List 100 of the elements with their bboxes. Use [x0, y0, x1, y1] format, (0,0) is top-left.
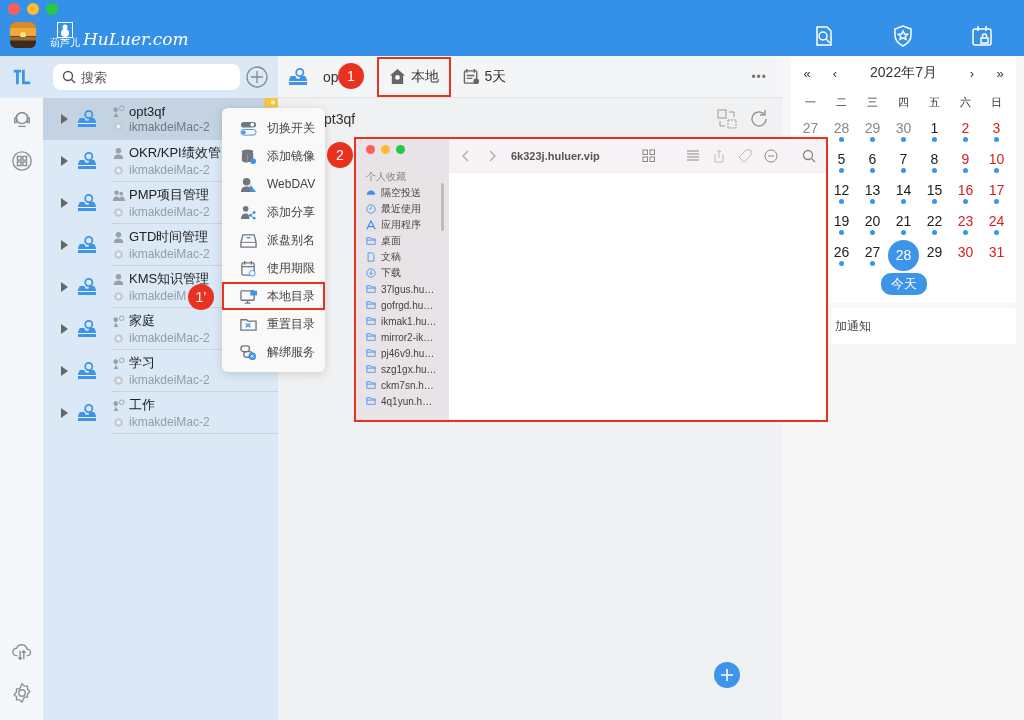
expand-icon[interactable]	[61, 198, 68, 208]
calendar-day[interactable]: 2	[960, 121, 971, 136]
previous-month-button[interactable]: ‹	[821, 65, 849, 81]
drive-icon	[77, 110, 97, 128]
shield-star-icon[interactable]	[891, 24, 915, 48]
calendar-day[interactable]: 30	[894, 121, 913, 136]
calendar-day[interactable]: 13	[863, 183, 882, 198]
expand-icon[interactable]	[61, 324, 68, 334]
search-field[interactable]: 搜索	[53, 64, 240, 90]
add-button[interactable]	[714, 662, 740, 688]
scrollbar[interactable]	[441, 183, 444, 231]
calendar-day[interactable]: 31	[987, 245, 1006, 260]
expand-icon[interactable]	[61, 282, 68, 292]
calendar-day[interactable]: 12	[832, 183, 851, 198]
calendar-lock-icon[interactable]	[970, 24, 994, 48]
calendar-day[interactable]: 10	[987, 152, 1006, 167]
calendar-day[interactable]: 6	[867, 152, 878, 167]
menu-item[interactable]: 添加分享	[222, 198, 325, 226]
close-button[interactable]	[366, 145, 375, 154]
sidebar-item[interactable]: 最近使用	[366, 201, 449, 217]
drive-icon	[288, 67, 308, 86]
calendar-day[interactable]: 14	[894, 183, 913, 198]
calendar-day[interactable]: 21	[894, 214, 913, 229]
calendar-day[interactable]: 7	[898, 152, 909, 167]
sidebar-item[interactable]: 4q1yun.h…	[366, 393, 449, 409]
zoom-button[interactable]	[46, 3, 58, 15]
expand-icon[interactable]	[61, 366, 68, 376]
previous-year-button[interactable]: «	[793, 65, 821, 81]
sidebar-item[interactable]: 隔空投送	[366, 185, 449, 201]
calendar-day[interactable]: 23	[956, 214, 975, 229]
refresh-icon[interactable]	[749, 109, 769, 129]
sidebar-item[interactable]: 文稿	[366, 249, 449, 265]
zoom-button[interactable]	[396, 145, 405, 154]
menu-item[interactable]: 解绑服务	[222, 338, 325, 366]
minimize-button[interactable]	[27, 3, 39, 15]
menu-item[interactable]: WebDAV	[222, 170, 325, 198]
calendar-day[interactable]: 19	[832, 214, 851, 229]
calendar-day[interactable]: 26	[832, 245, 851, 260]
sidebar-item[interactable]: 下载	[366, 265, 449, 281]
menu-item[interactable]: 派盘别名	[222, 226, 325, 254]
weekday-label: 四	[897, 95, 910, 110]
expand-icon[interactable]	[61, 408, 68, 418]
calendar-icon	[462, 68, 480, 85]
calendar-day[interactable]: 3	[991, 121, 1002, 136]
service-name: 学习	[129, 354, 155, 372]
header-tab[interactable]: 本地	[376, 56, 451, 97]
calendar-day[interactable]: 9	[960, 152, 971, 167]
swap-icon[interactable]	[717, 109, 737, 129]
toggle-icon	[240, 119, 257, 137]
apps-icon[interactable]	[11, 151, 32, 171]
headset-icon[interactable]	[13, 111, 30, 127]
drive-icon	[77, 278, 97, 296]
more-icon[interactable]	[763, 148, 778, 163]
sidebar-item[interactable]: ckm7sn.h…	[366, 377, 449, 393]
calendar-day[interactable]: 16	[956, 183, 975, 198]
calendar-day[interactable]: 5	[836, 152, 847, 167]
expand-icon[interactable]	[61, 240, 68, 250]
calendar-day[interactable]: 22	[925, 214, 944, 229]
calendar-day[interactable]: 15	[925, 183, 944, 198]
calendar-day[interactable]: 27	[863, 245, 882, 260]
calendar-day[interactable]: 24	[987, 214, 1006, 229]
menu-item[interactable]: 使用期限	[222, 254, 325, 282]
sidebar-item[interactable]: ikmak1.hu…	[366, 313, 449, 329]
calendar-day[interactable]: 29	[863, 121, 882, 136]
expand-icon[interactable]	[61, 156, 68, 166]
more-button[interactable]: •••	[751, 69, 773, 84]
next-month-button[interactable]: ›	[958, 65, 986, 81]
calendar-day[interactable]: 27	[801, 121, 820, 136]
menu-item[interactable]: 重置目录	[222, 310, 325, 338]
calendar-day[interactable]: 28	[832, 121, 851, 136]
rail-tab[interactable]	[0, 56, 43, 98]
menu-item[interactable]: 添加镜像	[222, 142, 325, 170]
calendar-day[interactable]: 17	[987, 183, 1006, 198]
expand-icon[interactable]	[61, 114, 68, 124]
sidebar-item[interactable]: 桌面	[366, 233, 449, 249]
notice-card[interactable]: 加通知	[831, 308, 1016, 344]
tag-icon[interactable]	[737, 148, 752, 163]
header-tab[interactable]: 5天	[450, 56, 519, 97]
menu-item[interactable]: 本地目录	[222, 282, 325, 310]
grid-view-icon[interactable]	[641, 148, 656, 163]
calendar-day[interactable]: 8	[929, 152, 940, 167]
drive-icon	[77, 194, 97, 212]
sidebar-item[interactable]: 应用程序	[366, 217, 449, 233]
share-user-icon	[240, 203, 257, 221]
add-icon[interactable]	[246, 66, 268, 88]
search-icon[interactable]	[802, 148, 816, 163]
sidebar-item[interactable]: 37lgus.hu…	[366, 281, 449, 297]
sidebar-item[interactable]: szg1gx.hu…	[366, 361, 449, 377]
calendar-day[interactable]: 30	[956, 245, 975, 260]
tl-logo-icon[interactable]	[13, 69, 30, 85]
sidebar-item[interactable]: pj46v9.hu…	[366, 345, 449, 361]
sidebar-item[interactable]: gofrgd.hu…	[366, 297, 449, 313]
share-icon[interactable]	[711, 148, 726, 163]
calendar-day[interactable]: 20	[863, 214, 882, 229]
calendar-day[interactable]: 1	[929, 121, 940, 136]
next-year-button[interactable]: »	[986, 65, 1014, 81]
calendar-day[interactable]: 29	[925, 245, 944, 260]
service-row[interactable]: 工作 ikmakdeiMac-2	[43, 392, 278, 434]
sidebar-item[interactable]: mirror2-ik…	[366, 329, 449, 345]
service-name: PMP项目管理	[129, 186, 210, 204]
